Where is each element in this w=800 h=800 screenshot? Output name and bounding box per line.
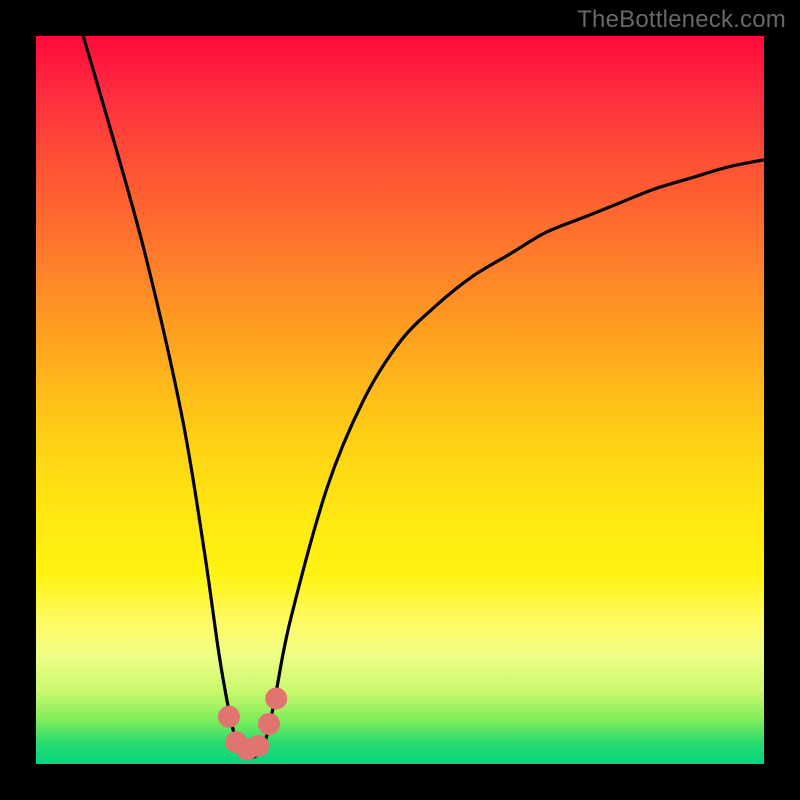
curve-marker [265,687,287,709]
marker-group [218,687,287,760]
bottleneck-curve [72,36,764,758]
curve-layer [36,36,764,764]
curve-marker [218,706,240,728]
plot-area [36,36,764,764]
watermark-text: TheBottleneck.com [577,6,786,34]
curve-marker [258,713,280,735]
chart-frame: TheBottleneck.com [0,0,800,800]
curve-marker [247,735,269,757]
